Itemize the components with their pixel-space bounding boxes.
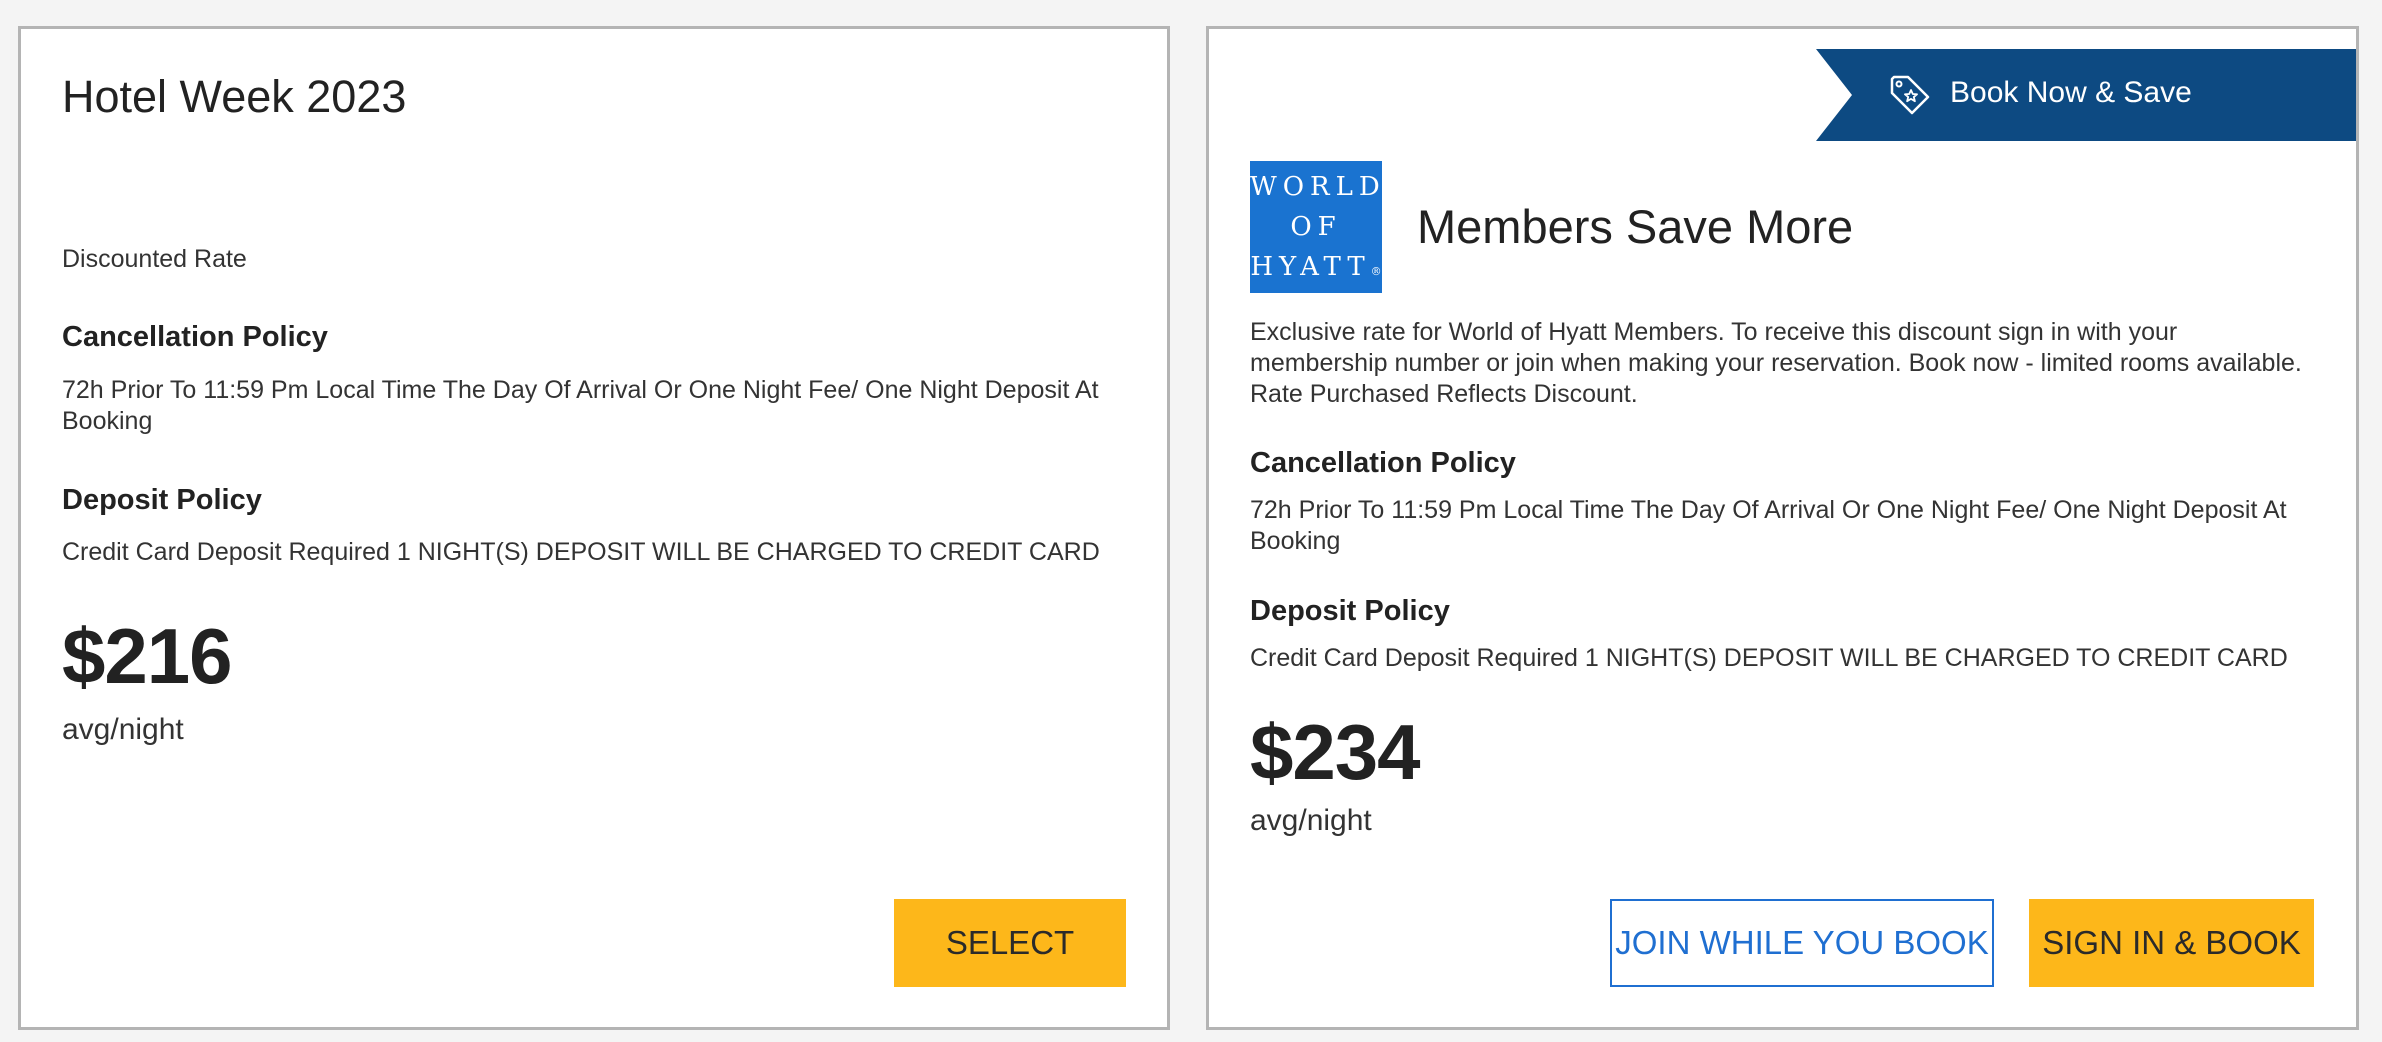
join-while-you-book-button[interactable]: JOIN WHILE YOU BOOK (1610, 899, 1994, 987)
world-of-hyatt-logo: WORLD OF HYATT® (1250, 161, 1382, 293)
price-unit: avg/night (62, 713, 184, 746)
deposit-policy-text: Credit Card Deposit Required 1 NIGHT(S) … (1250, 644, 2288, 672)
book-now-save-ribbon: Book Now & Save (1816, 49, 2356, 141)
rate-title: Hotel Week 2023 (62, 71, 407, 122)
price: $216 (62, 612, 233, 700)
select-button[interactable]: SELECT (894, 899, 1126, 987)
price: $234 (1250, 708, 1421, 796)
logo-line-3: HYATT® (1250, 252, 1382, 282)
sign-in-and-book-button[interactable]: SIGN IN & BOOK (2029, 899, 2314, 987)
tag-star-icon (1890, 75, 1930, 115)
cancellation-policy-heading: Cancellation Policy (62, 321, 328, 353)
rate-description: Exclusive rate for World of Hyatt Member… (1250, 318, 2302, 408)
cancellation-policy-heading: Cancellation Policy (1250, 447, 1516, 479)
deposit-policy-heading: Deposit Policy (62, 484, 262, 516)
deposit-policy-heading: Deposit Policy (1250, 595, 1450, 627)
cancellation-policy-text: 72h Prior To 11:59 Pm Local Time The Day… (1250, 496, 2287, 555)
logo-line-2: OF (1290, 212, 1342, 242)
rate-card-hotel-week: Hotel Week 2023 Discounted Rate Cancella… (18, 26, 1170, 1030)
logo-line-1: WORLD (1250, 172, 1386, 202)
rate-type: Discounted Rate (62, 245, 247, 273)
price-unit: avg/night (1250, 804, 1372, 837)
rate-title: Members Save More (1417, 200, 1854, 253)
cancellation-policy-text: 72h Prior To 11:59 Pm Local Time The Day… (62, 376, 1099, 435)
deposit-policy-text: Credit Card Deposit Required 1 NIGHT(S) … (62, 538, 1100, 566)
rate-card-members: Book Now & Save WORLD OF HYATT® Members … (1206, 26, 2359, 1030)
ribbon-label: Book Now & Save (1950, 76, 2192, 109)
